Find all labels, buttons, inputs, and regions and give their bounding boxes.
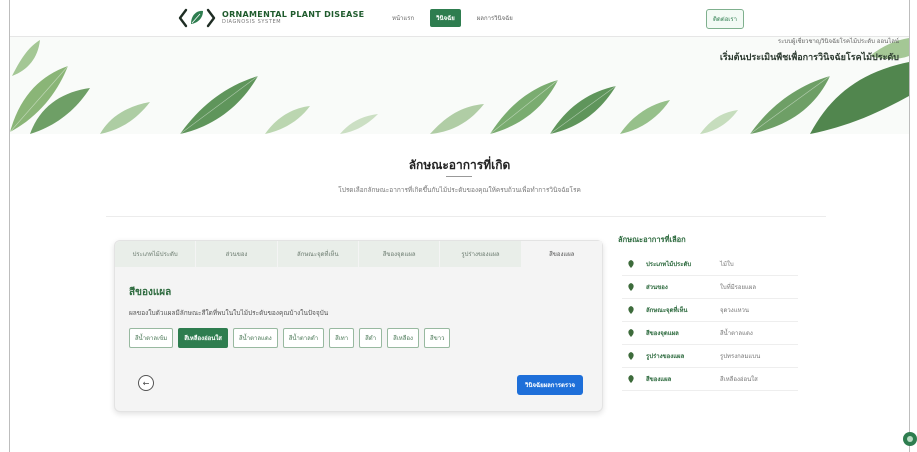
section-subtitle: โปรดเลือกลักษณะอาการที่เกิดขึ้นกับไม้ประ… bbox=[338, 186, 581, 194]
summary-label: รูปร่างของแผล bbox=[646, 353, 685, 360]
summary-row: ลักษณะจุดที่เห็น จุดวงแหวน bbox=[622, 299, 798, 322]
step-tabs: ประเภทไม้ประดับ ส่วนของ ลักษณะจุดที่เห็น… bbox=[115, 241, 602, 267]
tab-plant-type[interactable]: ประเภทไม้ประดับ bbox=[115, 241, 197, 267]
summary-label: สีของแผล bbox=[646, 376, 672, 383]
chat-fab-button[interactable] bbox=[903, 432, 917, 446]
summary-label: ส่วนของ bbox=[646, 284, 668, 291]
hero-banner: ระบบผู้เชี่ยวชาญวินิจฉัยโรคไม้ประดับ ออน… bbox=[10, 36, 909, 134]
summary-row: ประเภทไม้ประดับ ไม้ใบ bbox=[622, 253, 798, 276]
section-divider bbox=[106, 216, 826, 217]
top-navbar: ORNAMENTAL PLANT DISEASE DIAGNOSIS SYSTE… bbox=[10, 0, 909, 37]
summary-row: รูปร่างของแผล รูปทรงกลมแบน bbox=[622, 345, 798, 368]
hero-line-1: ระบบผู้เชี่ยวชาญวินิจฉัยโรคไม้ประดับ ออน… bbox=[777, 38, 899, 45]
option-button[interactable]: สีดำ bbox=[359, 328, 383, 348]
option-group: สีน้ำตาลเข้ม สีเหลืองอ่อนใส สีน้ำตาลแดง … bbox=[129, 328, 451, 348]
leaf-icon bbox=[628, 375, 634, 383]
tab-spot-type[interactable]: ลักษณะจุดที่เห็น bbox=[278, 241, 359, 267]
hero-line-2: เริ่มต้นประเมินพืชเพื่อการวินิจฉัยโรคไม้… bbox=[719, 53, 899, 63]
question-title: สีของแผล bbox=[129, 287, 172, 298]
option-button-selected[interactable]: สีเหลืองอ่อนใส bbox=[178, 328, 228, 348]
back-button[interactable]: ← bbox=[138, 375, 154, 391]
option-button[interactable]: สีเทา bbox=[329, 328, 355, 348]
leaf-icon bbox=[628, 352, 634, 360]
selected-summary: ลักษณะอาการที่เลือก ประเภทไม้ประดับ ไม้ใ… bbox=[612, 232, 804, 391]
main-nav: หน้าแรก วินิจฉัย ผลการวินิจฉัย bbox=[386, 9, 519, 27]
summary-row: สีของจุดแผล สีน้ำตาลแดง bbox=[622, 322, 798, 345]
summary-value: ไม้ใบ bbox=[720, 261, 734, 268]
summary-label: สีของจุดแผล bbox=[646, 330, 679, 337]
tab-spot-color[interactable]: สีของจุดแผล bbox=[359, 241, 441, 267]
leaf-icon bbox=[628, 329, 634, 337]
summary-row: ส่วนของ ใบที่มีรอยแผล bbox=[622, 276, 798, 299]
summary-heading: ลักษณะอาการที่เลือก bbox=[618, 235, 686, 244]
title-underline bbox=[446, 176, 472, 177]
option-button[interactable]: สีน้ำตาลเข้ม bbox=[129, 328, 174, 348]
nav-home[interactable]: หน้าแรก bbox=[386, 9, 420, 27]
option-button[interactable]: สีเหลือง bbox=[387, 328, 419, 348]
tab-lesion-color[interactable]: สีของแผล bbox=[521, 241, 602, 267]
arrow-left-icon: ← bbox=[142, 378, 150, 388]
summary-value: สีเหลืองอ่อนใส bbox=[720, 376, 758, 383]
contact-button[interactable]: ติดต่อเรา bbox=[706, 9, 744, 29]
option-button[interactable]: สีน้ำตาลแดง bbox=[232, 328, 278, 348]
tab-lesion-shape[interactable]: รูปร่างของแผล bbox=[440, 241, 522, 267]
nav-diagnose[interactable]: วินิจฉัย bbox=[430, 9, 461, 27]
logo-icon bbox=[178, 8, 216, 28]
leaf-icon bbox=[628, 306, 634, 314]
summary-value: สีน้ำตาลแดง bbox=[720, 330, 753, 337]
summary-value: จุดวงแหวน bbox=[720, 307, 750, 314]
option-button[interactable]: สีน้ำตาลดำ bbox=[282, 328, 325, 348]
site-logo[interactable]: ORNAMENTAL PLANT DISEASE DIAGNOSIS SYSTE… bbox=[178, 5, 364, 31]
summary-list: ประเภทไม้ประดับ ไม้ใบ ส่วนของ ใบที่มีรอย… bbox=[622, 253, 798, 391]
question-card: ประเภทไม้ประดับ ส่วนของ ลักษณะจุดที่เห็น… bbox=[114, 240, 603, 412]
submit-button[interactable]: วินิจฉัยผลการตรวจ bbox=[517, 375, 584, 395]
summary-value: รูปทรงกลมแบน bbox=[720, 353, 761, 360]
tab-part[interactable]: ส่วนของ bbox=[196, 241, 278, 267]
page-frame: ORNAMENTAL PLANT DISEASE DIAGNOSIS SYSTE… bbox=[9, 0, 910, 452]
summary-value: ใบที่มีรอยแผล bbox=[720, 284, 757, 291]
leaf-icon bbox=[628, 283, 634, 291]
summary-row: สีของแผล สีเหลืองอ่อนใส bbox=[622, 368, 798, 391]
summary-label: ลักษณะจุดที่เห็น bbox=[646, 307, 688, 314]
question-description: ผลของใบตัวแผลมีลักษณะสีใดที่พบในใบไม้ประ… bbox=[129, 309, 329, 317]
option-button[interactable]: สีขาว bbox=[423, 328, 451, 348]
logo-subtitle: DIAGNOSIS SYSTEM bbox=[222, 19, 282, 25]
section-title: ลักษณะอาการที่เกิด bbox=[408, 158, 511, 172]
summary-label: ประเภทไม้ประดับ bbox=[646, 261, 692, 268]
nav-results[interactable]: ผลการวินิจฉัย bbox=[471, 9, 519, 27]
logo-title: ORNAMENTAL PLANT DISEASE bbox=[222, 10, 365, 19]
leaf-icon bbox=[628, 260, 634, 268]
